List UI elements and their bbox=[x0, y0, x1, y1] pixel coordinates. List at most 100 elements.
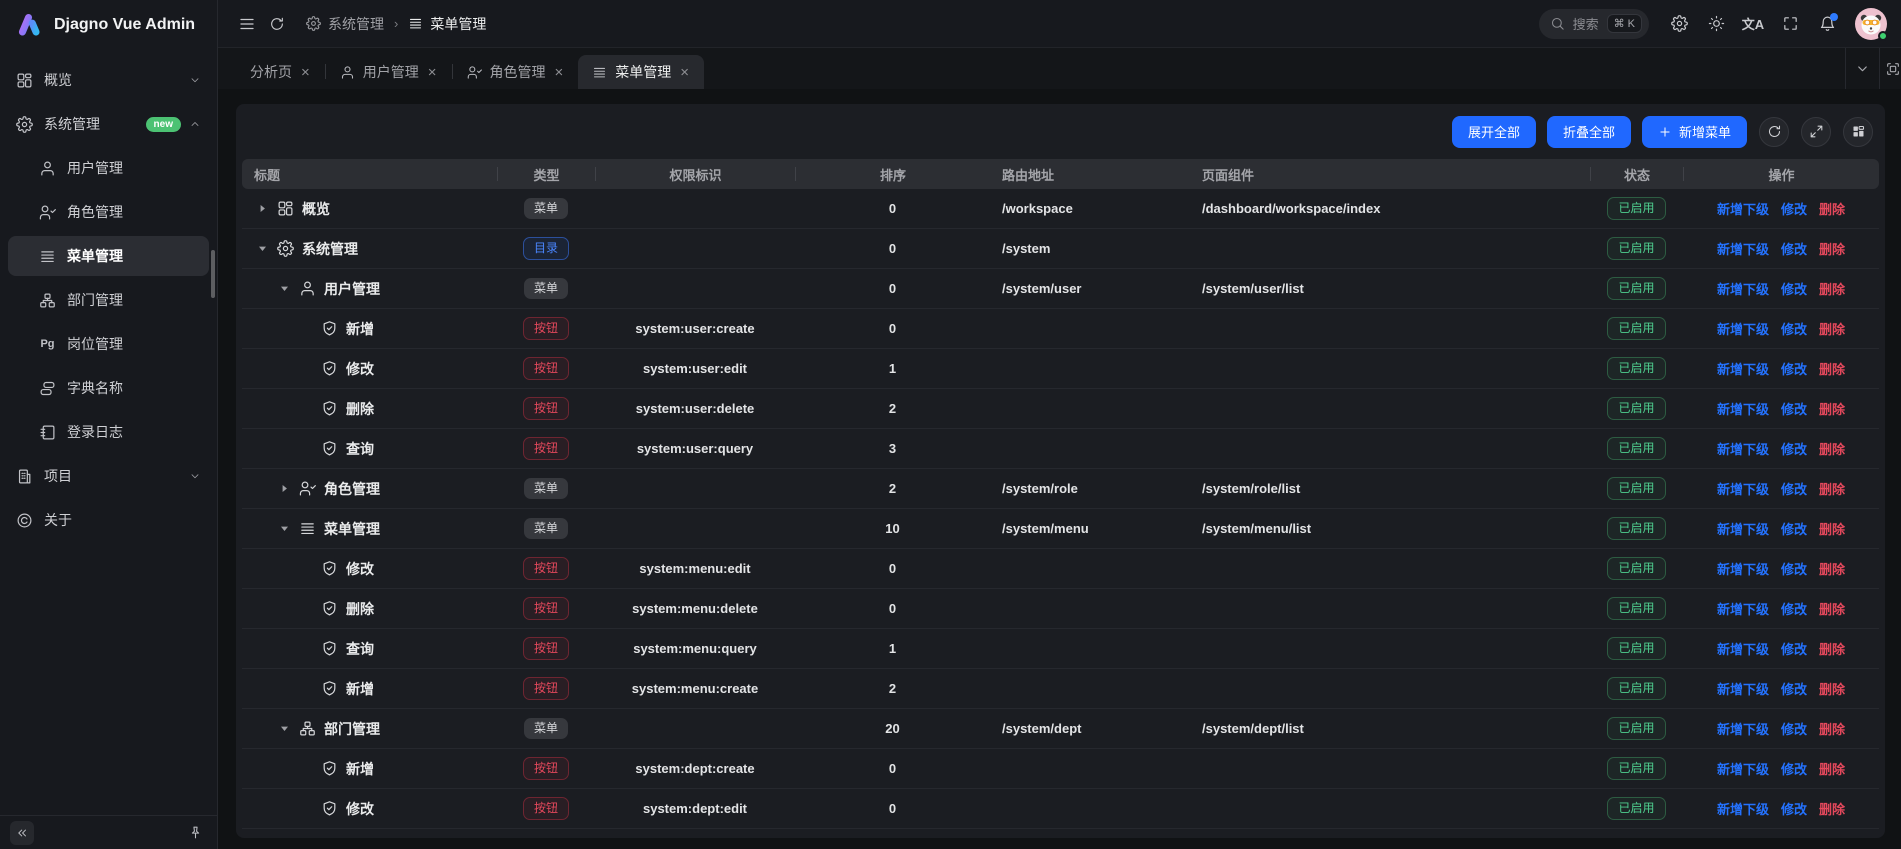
delete-link[interactable]: 删除 bbox=[1819, 719, 1845, 738]
sidebar-toggle-button[interactable] bbox=[232, 9, 262, 39]
edit-link[interactable]: 修改 bbox=[1781, 359, 1807, 378]
sidebar-item-post-management[interactable]: Pg岗位管理 bbox=[8, 324, 209, 364]
add-child-link[interactable]: 新增下级 bbox=[1717, 759, 1769, 778]
tree-caret-down[interactable] bbox=[278, 522, 292, 536]
add-child-link[interactable]: 新增下级 bbox=[1717, 719, 1769, 738]
add-child-link[interactable]: 新增下级 bbox=[1717, 519, 1769, 538]
edit-link[interactable]: 修改 bbox=[1781, 399, 1807, 418]
edit-link[interactable]: 修改 bbox=[1781, 799, 1807, 818]
sidebar-item-menu-management[interactable]: 菜单管理 bbox=[8, 236, 209, 276]
edit-link[interactable]: 修改 bbox=[1781, 199, 1807, 218]
table-refresh-button[interactable] bbox=[1759, 117, 1789, 147]
tab-close-icon[interactable]: × bbox=[427, 65, 438, 80]
add-child-link[interactable]: 新增下级 bbox=[1717, 199, 1769, 218]
delete-link[interactable]: 删除 bbox=[1819, 239, 1845, 258]
add-child-link[interactable]: 新增下级 bbox=[1717, 399, 1769, 418]
delete-link[interactable]: 删除 bbox=[1819, 319, 1845, 338]
tabs-menu-button[interactable] bbox=[1845, 48, 1879, 89]
sidebar-item-overview[interactable]: 概览 bbox=[8, 60, 209, 100]
add-menu-button[interactable]: 新增菜单 bbox=[1642, 116, 1747, 148]
cell-actions: 新增下级修改删除 bbox=[1683, 439, 1879, 458]
tab-user-management[interactable]: 用户管理× bbox=[326, 55, 452, 89]
refresh-page-button[interactable] bbox=[262, 9, 292, 39]
theme-toggle-button[interactable] bbox=[1701, 9, 1731, 39]
table-fullscreen-button[interactable] bbox=[1801, 117, 1831, 147]
add-child-link[interactable]: 新增下级 bbox=[1717, 279, 1769, 298]
cell-title: 系统管理 bbox=[242, 239, 497, 259]
delete-link[interactable]: 删除 bbox=[1819, 479, 1845, 498]
edit-link[interactable]: 修改 bbox=[1781, 439, 1807, 458]
add-child-link[interactable]: 新增下级 bbox=[1717, 679, 1769, 698]
fullscreen-button[interactable] bbox=[1775, 9, 1805, 39]
tree-caret-right[interactable] bbox=[256, 202, 270, 216]
edit-link[interactable]: 修改 bbox=[1781, 759, 1807, 778]
delete-link[interactable]: 删除 bbox=[1819, 279, 1845, 298]
delete-link[interactable]: 删除 bbox=[1819, 519, 1845, 538]
edit-link[interactable]: 修改 bbox=[1781, 279, 1807, 298]
delete-link[interactable]: 删除 bbox=[1819, 559, 1845, 578]
sidebar-item-dict-management[interactable]: 字典名称 bbox=[8, 368, 209, 408]
sidebar-collapse-button[interactable] bbox=[10, 821, 34, 845]
edit-link[interactable]: 修改 bbox=[1781, 719, 1807, 738]
edit-link[interactable]: 修改 bbox=[1781, 679, 1807, 698]
delete-link[interactable]: 删除 bbox=[1819, 439, 1845, 458]
add-child-link[interactable]: 新增下级 bbox=[1717, 479, 1769, 498]
edit-link[interactable]: 修改 bbox=[1781, 559, 1807, 578]
sidebar-item-user-management[interactable]: 用户管理 bbox=[8, 148, 209, 188]
sidebar-scrollbar-thumb[interactable] bbox=[211, 250, 215, 298]
add-child-link[interactable]: 新增下级 bbox=[1717, 239, 1769, 258]
add-child-link[interactable]: 新增下级 bbox=[1717, 439, 1769, 458]
sidebar-item-dept-management[interactable]: 部门管理 bbox=[8, 280, 209, 320]
delete-link[interactable]: 删除 bbox=[1819, 399, 1845, 418]
sidebar-item-role-management[interactable]: 角色管理 bbox=[8, 192, 209, 232]
delete-link[interactable]: 删除 bbox=[1819, 359, 1845, 378]
cell-route: /system/menu bbox=[990, 521, 1190, 536]
tab-close-icon[interactable]: × bbox=[679, 65, 690, 80]
content-maximize-button[interactable] bbox=[1879, 48, 1901, 89]
edit-link[interactable]: 修改 bbox=[1781, 239, 1807, 258]
tree-caret-down[interactable] bbox=[278, 722, 292, 736]
tab-close-icon[interactable]: × bbox=[300, 65, 311, 80]
expand-all-button[interactable]: 展开全部 bbox=[1452, 116, 1536, 148]
avatar[interactable] bbox=[1855, 8, 1887, 40]
logo[interactable]: Djagno Vue Admin bbox=[0, 0, 217, 50]
tree-caret-right[interactable] bbox=[278, 482, 292, 496]
add-child-link[interactable]: 新增下级 bbox=[1717, 799, 1769, 818]
sidebar-item-login-log[interactable]: 登录日志 bbox=[8, 412, 209, 452]
add-child-link[interactable]: 新增下级 bbox=[1717, 599, 1769, 618]
tree-caret-down[interactable] bbox=[256, 242, 270, 256]
edit-link[interactable]: 修改 bbox=[1781, 519, 1807, 538]
sidebar-item-system-management[interactable]: 系统管理new bbox=[8, 104, 209, 144]
sidebar-item-project[interactable]: 项目 bbox=[8, 456, 209, 496]
delete-link[interactable]: 删除 bbox=[1819, 599, 1845, 618]
edit-link[interactable]: 修改 bbox=[1781, 639, 1807, 658]
add-child-link[interactable]: 新增下级 bbox=[1717, 359, 1769, 378]
language-button[interactable]: 文A bbox=[1738, 9, 1768, 39]
delete-link[interactable]: 删除 bbox=[1819, 679, 1845, 698]
edit-link[interactable]: 修改 bbox=[1781, 479, 1807, 498]
add-child-link[interactable]: 新增下级 bbox=[1717, 639, 1769, 658]
edit-link[interactable]: 修改 bbox=[1781, 319, 1807, 338]
delete-link[interactable]: 删除 bbox=[1819, 759, 1845, 778]
table-columns-button[interactable] bbox=[1843, 117, 1873, 147]
settings-button[interactable] bbox=[1664, 9, 1694, 39]
breadcrumb-item-menu-management[interactable]: 菜单管理 bbox=[408, 14, 486, 34]
edit-link[interactable]: 修改 bbox=[1781, 599, 1807, 618]
add-child-link[interactable]: 新增下级 bbox=[1717, 319, 1769, 338]
sidebar-item-label: 登录日志 bbox=[67, 422, 201, 442]
tab-menu-management[interactable]: 菜单管理× bbox=[578, 55, 704, 89]
tree-caret-down[interactable] bbox=[278, 282, 292, 296]
add-child-link[interactable]: 新增下级 bbox=[1717, 559, 1769, 578]
delete-link[interactable]: 删除 bbox=[1819, 199, 1845, 218]
sidebar-item-about[interactable]: 关于 bbox=[8, 500, 209, 540]
delete-link[interactable]: 删除 bbox=[1819, 799, 1845, 818]
breadcrumb-item-system-management[interactable]: 系统管理 bbox=[306, 14, 384, 34]
sidebar-pin-button[interactable] bbox=[183, 821, 207, 845]
search-input[interactable]: 搜索 ⌘ K bbox=[1539, 9, 1649, 39]
notifications-button[interactable] bbox=[1812, 9, 1842, 39]
collapse-all-button[interactable]: 折叠全部 bbox=[1547, 116, 1631, 148]
delete-link[interactable]: 删除 bbox=[1819, 639, 1845, 658]
tab-analysis[interactable]: 分析页× bbox=[236, 55, 325, 89]
tab-close-icon[interactable]: × bbox=[554, 65, 565, 80]
tab-role-management[interactable]: 角色管理× bbox=[453, 55, 579, 89]
